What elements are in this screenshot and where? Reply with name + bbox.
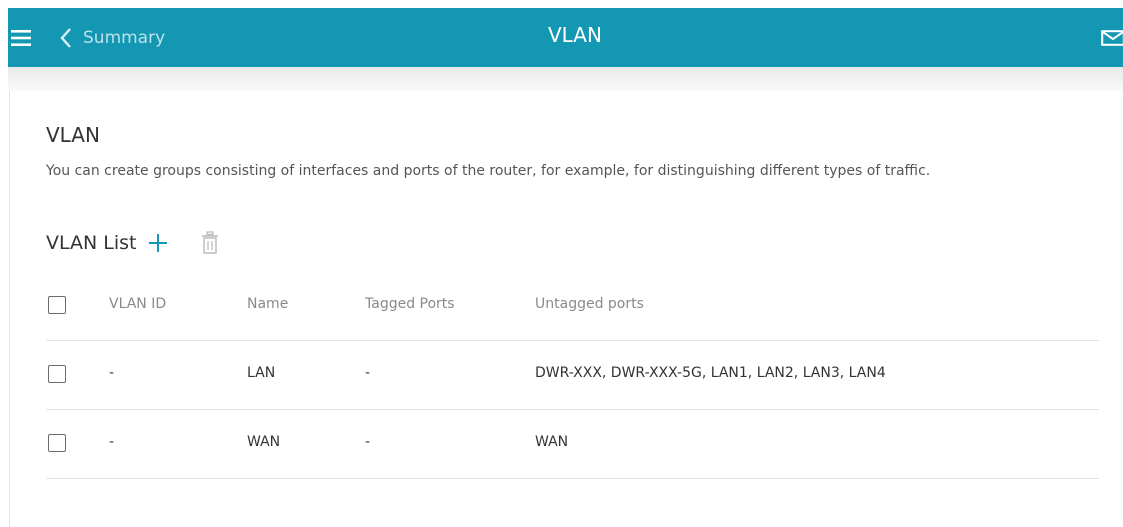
chevron-left-icon	[60, 28, 71, 48]
row-checkbox[interactable]	[48, 434, 66, 452]
row-checkbox[interactable]	[48, 365, 66, 383]
column-header-name: Name	[247, 296, 289, 312]
select-all-checkbox[interactable]	[48, 296, 66, 314]
back-label: Summary	[83, 28, 166, 48]
vlan-id-cell: -	[109, 365, 115, 381]
tagged-ports-cell: -	[365, 365, 371, 381]
tagged-ports-cell: -	[365, 434, 371, 450]
vlan-id-cell: -	[109, 434, 115, 450]
untagged-ports-cell: WAN	[535, 434, 569, 450]
vlan-name-cell: LAN	[247, 365, 276, 381]
section-description: You can create groups consisting of inte…	[46, 163, 931, 179]
page-title: VLAN	[548, 23, 602, 47]
back-link[interactable]: Summary	[59, 24, 165, 52]
vlan-name-cell: WAN	[247, 434, 281, 450]
vlan-list-title: VLAN List	[46, 232, 137, 254]
app-frame: Summary VLAN VLAN You can create groups …	[0, 0, 1123, 527]
column-header-untagged-ports: Untagged ports	[535, 296, 644, 312]
untagged-ports-cell: DWR-XXX, DWR-XXX-5G, LAN1, LAN2, LAN3, L…	[535, 365, 886, 381]
section-title: VLAN	[46, 123, 100, 147]
hamburger-menu-icon[interactable]	[11, 25, 31, 51]
envelope-icon[interactable]	[1101, 30, 1123, 46]
top-bar: Summary VLAN	[8, 8, 1123, 67]
table-row[interactable]: - LAN - DWR-XXX, DWR-XXX-5G, LAN1, LAN2,…	[46, 341, 1099, 410]
trash-icon[interactable]	[201, 231, 219, 255]
table-row[interactable]: - WAN - WAN	[46, 410, 1099, 479]
column-header-vlan-id: VLAN ID	[109, 296, 167, 312]
plus-icon[interactable]	[148, 233, 168, 253]
header-shadow	[8, 67, 1123, 91]
vlan-list-header: VLAN List	[46, 230, 219, 256]
column-header-tagged-ports: Tagged Ports	[365, 296, 455, 312]
table-header-row: VLAN ID Name Tagged Ports Untagged ports	[46, 272, 1099, 341]
vlan-table: VLAN ID Name Tagged Ports Untagged ports…	[46, 272, 1099, 479]
main-content: VLAN You can create groups consisting of…	[9, 91, 1123, 527]
